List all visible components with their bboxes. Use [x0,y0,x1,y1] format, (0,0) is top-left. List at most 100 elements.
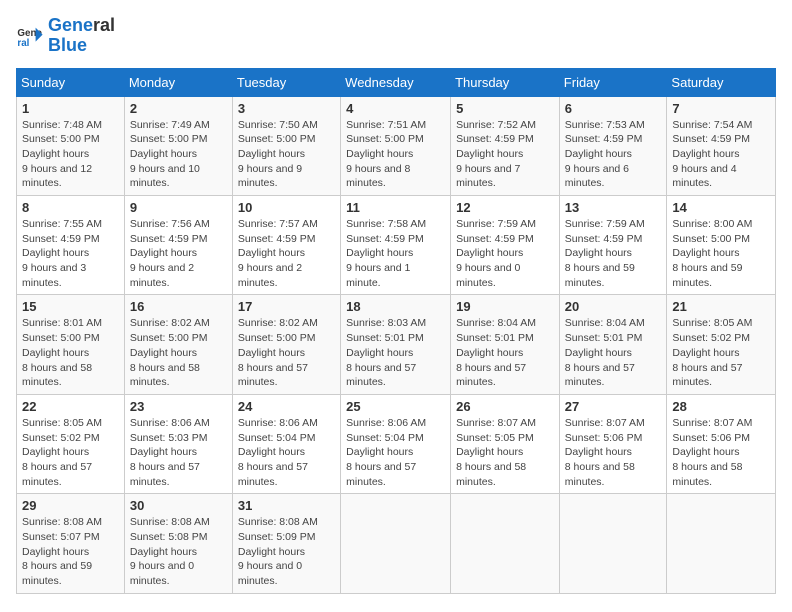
calendar-cell: 30 Sunrise: 8:08 AMSunset: 5:08 PMDaylig… [124,494,232,593]
calendar-cell: 12 Sunrise: 7:59 AMSunset: 4:59 PMDaylig… [451,196,560,295]
day-info: Sunrise: 8:03 AMSunset: 5:01 PMDaylight … [346,316,445,389]
day-info: Sunrise: 7:58 AMSunset: 4:59 PMDaylight … [346,217,445,290]
day-number: 19 [456,299,554,314]
calendar-cell: 31 Sunrise: 8:08 AMSunset: 5:09 PMDaylig… [232,494,340,593]
calendar-cell: 6 Sunrise: 7:53 AMSunset: 4:59 PMDayligh… [559,96,667,195]
calendar-cell: 1 Sunrise: 7:48 AMSunset: 5:00 PMDayligh… [17,96,125,195]
day-number: 10 [238,200,335,215]
calendar-cell: 7 Sunrise: 7:54 AMSunset: 4:59 PMDayligh… [667,96,776,195]
day-info: Sunrise: 8:05 AMSunset: 5:02 PMDaylight … [672,316,770,389]
page-header: Gene ral GeneralBlue [16,16,776,56]
calendar-cell: 5 Sunrise: 7:52 AMSunset: 4:59 PMDayligh… [451,96,560,195]
calendar-cell: 29 Sunrise: 8:08 AMSunset: 5:07 PMDaylig… [17,494,125,593]
day-info: Sunrise: 8:00 AMSunset: 5:00 PMDaylight … [672,217,770,290]
day-info: Sunrise: 7:48 AMSunset: 5:00 PMDaylight … [22,118,119,191]
day-number: 21 [672,299,770,314]
day-info: Sunrise: 8:06 AMSunset: 5:04 PMDaylight … [238,416,335,489]
calendar-cell: 22 Sunrise: 8:05 AMSunset: 5:02 PMDaylig… [17,394,125,493]
day-info: Sunrise: 7:56 AMSunset: 4:59 PMDaylight … [130,217,227,290]
day-info: Sunrise: 7:57 AMSunset: 4:59 PMDaylight … [238,217,335,290]
header-monday: Monday [124,68,232,96]
calendar-cell: 26 Sunrise: 8:07 AMSunset: 5:05 PMDaylig… [451,394,560,493]
day-number: 14 [672,200,770,215]
calendar-cell: 8 Sunrise: 7:55 AMSunset: 4:59 PMDayligh… [17,196,125,295]
day-info: Sunrise: 8:02 AMSunset: 5:00 PMDaylight … [238,316,335,389]
day-number: 9 [130,200,227,215]
calendar-cell: 21 Sunrise: 8:05 AMSunset: 5:02 PMDaylig… [667,295,776,394]
logo: Gene ral GeneralBlue [16,16,115,56]
day-info: Sunrise: 8:06 AMSunset: 5:04 PMDaylight … [346,416,445,489]
logo-icon: Gene ral [16,22,44,50]
day-info: Sunrise: 7:55 AMSunset: 4:59 PMDaylight … [22,217,119,290]
calendar-table: SundayMondayTuesdayWednesdayThursdayFrid… [16,68,776,594]
calendar-cell [559,494,667,593]
day-number: 27 [565,399,662,414]
header-saturday: Saturday [667,68,776,96]
day-number: 2 [130,101,227,116]
calendar-cell: 4 Sunrise: 7:51 AMSunset: 5:00 PMDayligh… [341,96,451,195]
day-number: 4 [346,101,445,116]
day-number: 31 [238,498,335,513]
day-info: Sunrise: 8:08 AMSunset: 5:09 PMDaylight … [238,515,335,588]
day-info: Sunrise: 8:02 AMSunset: 5:00 PMDaylight … [130,316,227,389]
day-number: 30 [130,498,227,513]
calendar-cell: 16 Sunrise: 8:02 AMSunset: 5:00 PMDaylig… [124,295,232,394]
calendar-cell [341,494,451,593]
header-row: SundayMondayTuesdayWednesdayThursdayFrid… [17,68,776,96]
calendar-cell: 10 Sunrise: 7:57 AMSunset: 4:59 PMDaylig… [232,196,340,295]
day-number: 23 [130,399,227,414]
day-number: 15 [22,299,119,314]
calendar-cell: 15 Sunrise: 8:01 AMSunset: 5:00 PMDaylig… [17,295,125,394]
calendar-cell: 17 Sunrise: 8:02 AMSunset: 5:00 PMDaylig… [232,295,340,394]
day-info: Sunrise: 7:59 AMSunset: 4:59 PMDaylight … [456,217,554,290]
day-info: Sunrise: 7:50 AMSunset: 5:00 PMDaylight … [238,118,335,191]
day-number: 11 [346,200,445,215]
day-info: Sunrise: 8:06 AMSunset: 5:03 PMDaylight … [130,416,227,489]
week-row-0: 1 Sunrise: 7:48 AMSunset: 5:00 PMDayligh… [17,96,776,195]
day-info: Sunrise: 8:01 AMSunset: 5:00 PMDaylight … [22,316,119,389]
day-number: 20 [565,299,662,314]
calendar-cell: 11 Sunrise: 7:58 AMSunset: 4:59 PMDaylig… [341,196,451,295]
day-number: 13 [565,200,662,215]
day-info: Sunrise: 8:07 AMSunset: 5:06 PMDaylight … [672,416,770,489]
header-tuesday: Tuesday [232,68,340,96]
week-row-2: 15 Sunrise: 8:01 AMSunset: 5:00 PMDaylig… [17,295,776,394]
day-info: Sunrise: 8:08 AMSunset: 5:08 PMDaylight … [130,515,227,588]
calendar-cell: 24 Sunrise: 8:06 AMSunset: 5:04 PMDaylig… [232,394,340,493]
day-info: Sunrise: 8:08 AMSunset: 5:07 PMDaylight … [22,515,119,588]
calendar-cell: 19 Sunrise: 8:04 AMSunset: 5:01 PMDaylig… [451,295,560,394]
day-info: Sunrise: 7:52 AMSunset: 4:59 PMDaylight … [456,118,554,191]
day-info: Sunrise: 7:53 AMSunset: 4:59 PMDaylight … [565,118,662,191]
header-sunday: Sunday [17,68,125,96]
day-info: Sunrise: 8:07 AMSunset: 5:05 PMDaylight … [456,416,554,489]
day-info: Sunrise: 8:04 AMSunset: 5:01 PMDaylight … [456,316,554,389]
calendar-cell: 28 Sunrise: 8:07 AMSunset: 5:06 PMDaylig… [667,394,776,493]
day-info: Sunrise: 7:54 AMSunset: 4:59 PMDaylight … [672,118,770,191]
day-number: 8 [22,200,119,215]
day-info: Sunrise: 8:07 AMSunset: 5:06 PMDaylight … [565,416,662,489]
day-info: Sunrise: 7:49 AMSunset: 5:00 PMDaylight … [130,118,227,191]
day-number: 24 [238,399,335,414]
calendar-cell [451,494,560,593]
header-friday: Friday [559,68,667,96]
calendar-cell: 25 Sunrise: 8:06 AMSunset: 5:04 PMDaylig… [341,394,451,493]
header-thursday: Thursday [451,68,560,96]
day-number: 5 [456,101,554,116]
day-info: Sunrise: 8:05 AMSunset: 5:02 PMDaylight … [22,416,119,489]
calendar-cell: 20 Sunrise: 8:04 AMSunset: 5:01 PMDaylig… [559,295,667,394]
day-number: 28 [672,399,770,414]
calendar-cell: 13 Sunrise: 7:59 AMSunset: 4:59 PMDaylig… [559,196,667,295]
calendar-cell [667,494,776,593]
calendar-cell: 18 Sunrise: 8:03 AMSunset: 5:01 PMDaylig… [341,295,451,394]
day-number: 3 [238,101,335,116]
calendar-cell: 3 Sunrise: 7:50 AMSunset: 5:00 PMDayligh… [232,96,340,195]
day-number: 25 [346,399,445,414]
day-info: Sunrise: 7:51 AMSunset: 5:00 PMDaylight … [346,118,445,191]
day-number: 18 [346,299,445,314]
day-info: Sunrise: 7:59 AMSunset: 4:59 PMDaylight … [565,217,662,290]
day-number: 17 [238,299,335,314]
calendar-cell: 14 Sunrise: 8:00 AMSunset: 5:00 PMDaylig… [667,196,776,295]
day-number: 29 [22,498,119,513]
day-number: 1 [22,101,119,116]
svg-text:ral: ral [17,38,29,49]
